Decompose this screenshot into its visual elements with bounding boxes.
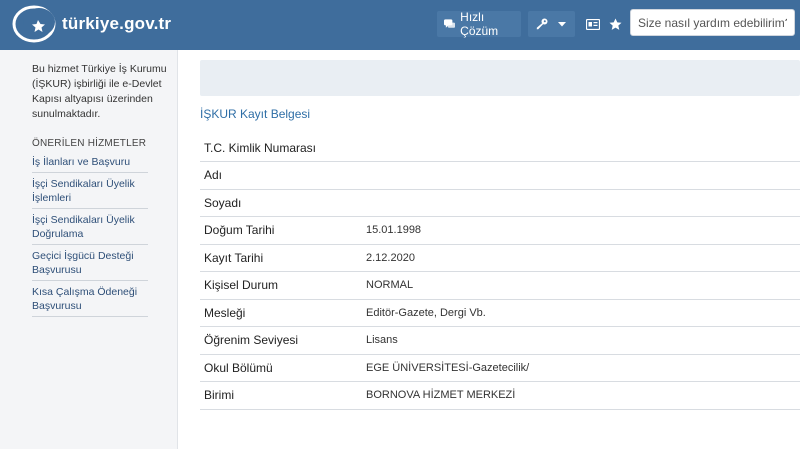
site-logo[interactable]: türkiye.gov.tr — [12, 4, 171, 44]
star-icon — [609, 18, 621, 30]
row-label: Okul Bölümü — [200, 354, 366, 382]
table-row: Kayıt Tarihi 2.12.2020 — [200, 244, 800, 272]
sidebar-item-temporary-support[interactable]: Geçici İşgücü Desteği Başvurusu — [32, 245, 148, 281]
row-value: NORMAL — [366, 271, 800, 300]
main-content: İŞKUR Kayıt Belgesi T.C. Kimlik Numarası… — [178, 50, 800, 449]
key-icon — [536, 18, 547, 30]
table-row: T.C. Kimlik Numarası — [200, 134, 800, 162]
row-label: Kişisel Durum — [200, 271, 366, 300]
login-menu-button[interactable] — [528, 11, 575, 37]
row-value — [366, 189, 800, 217]
service-info-note: Bu hizmet Türkiye İş Kurumu (İŞKUR) işbi… — [32, 63, 167, 120]
sidebar: Bu hizmet Türkiye İş Kurumu (İŞKUR) işbi… — [0, 50, 178, 449]
quick-solution-label: Hızlı Çözüm — [460, 10, 499, 38]
caret-down-icon — [557, 22, 566, 27]
id-card-button[interactable] — [582, 11, 604, 37]
quick-solution-button[interactable]: Hızlı Çözüm — [437, 10, 521, 38]
table-row: Adı — [200, 161, 800, 190]
sidebar-item-union-membership[interactable]: İşçi Sendikaları Üyelik İşlemleri — [32, 173, 148, 209]
table-row: Okul Bölümü EGE ÜNİVERSİTESİ-Gazetecilik… — [200, 354, 800, 382]
row-label: T.C. Kimlik Numarası — [200, 134, 366, 162]
sidebar-item-short-work-allowance[interactable]: Kısa Çalışma Ödeneği Başvurusu — [32, 281, 148, 317]
table-row: Doğum Tarihi 15.01.1998 — [200, 216, 800, 245]
favorites-button[interactable] — [605, 11, 625, 37]
search-box[interactable] — [630, 9, 795, 36]
row-value — [366, 161, 800, 190]
row-label: Birimi — [200, 381, 366, 410]
row-label: Mesleği — [200, 299, 366, 327]
row-label: Doğum Tarihi — [200, 216, 366, 245]
iskur-document-link[interactable]: İŞKUR Kayıt Belgesi — [200, 107, 310, 121]
row-label: Öğrenim Seviyesi — [200, 326, 366, 355]
recommended-services-list: İş İlanları ve Başvuru İşçi Sendikaları … — [32, 151, 148, 317]
row-label: Kayıt Tarihi — [200, 244, 366, 272]
row-label: Soyadı — [200, 189, 366, 217]
search-input[interactable] — [631, 10, 794, 35]
chat-icon — [444, 18, 456, 28]
row-value — [366, 134, 800, 162]
table-row: Birimi BORNOVA HİZMET MERKEZİ — [200, 381, 800, 410]
row-label: Adı — [200, 161, 366, 190]
table-row: Soyadı — [200, 189, 800, 217]
row-value: EGE ÜNİVERSİTESİ-Gazetecilik/ — [366, 354, 800, 382]
logo-text: türkiye.gov.tr — [62, 14, 172, 33]
table-row: Öğrenim Seviyesi Lisans — [200, 326, 800, 355]
registration-info-table: T.C. Kimlik Numarası Adı Soyadı Doğum Ta… — [200, 134, 800, 410]
sidebar-item-union-verification[interactable]: İşçi Sendikaları Üyelik Doğrulama — [32, 209, 148, 245]
sidebar-item-job-postings[interactable]: İş İlanları ve Başvuru — [32, 151, 148, 173]
info-banner — [200, 60, 800, 96]
id-card-icon — [586, 18, 600, 30]
row-value: Editör-Gazete, Dergi Vb. — [366, 299, 800, 327]
row-value: BORNOVA HİZMET MERKEZİ — [366, 381, 800, 410]
crescent-logo-icon — [12, 5, 56, 43]
row-value: 2.12.2020 — [366, 244, 800, 272]
top-header: türkiye.gov.tr Hızlı Çözüm — [0, 0, 800, 50]
row-value: 15.01.1998 — [366, 216, 800, 245]
table-row: Mesleği Editör-Gazete, Dergi Vb. — [200, 299, 800, 327]
recommended-services-heading: ÖNERİLEN HİZMETLER — [32, 138, 147, 149]
row-value: Lisans — [366, 326, 800, 355]
table-row: Kişisel Durum NORMAL — [200, 271, 800, 300]
